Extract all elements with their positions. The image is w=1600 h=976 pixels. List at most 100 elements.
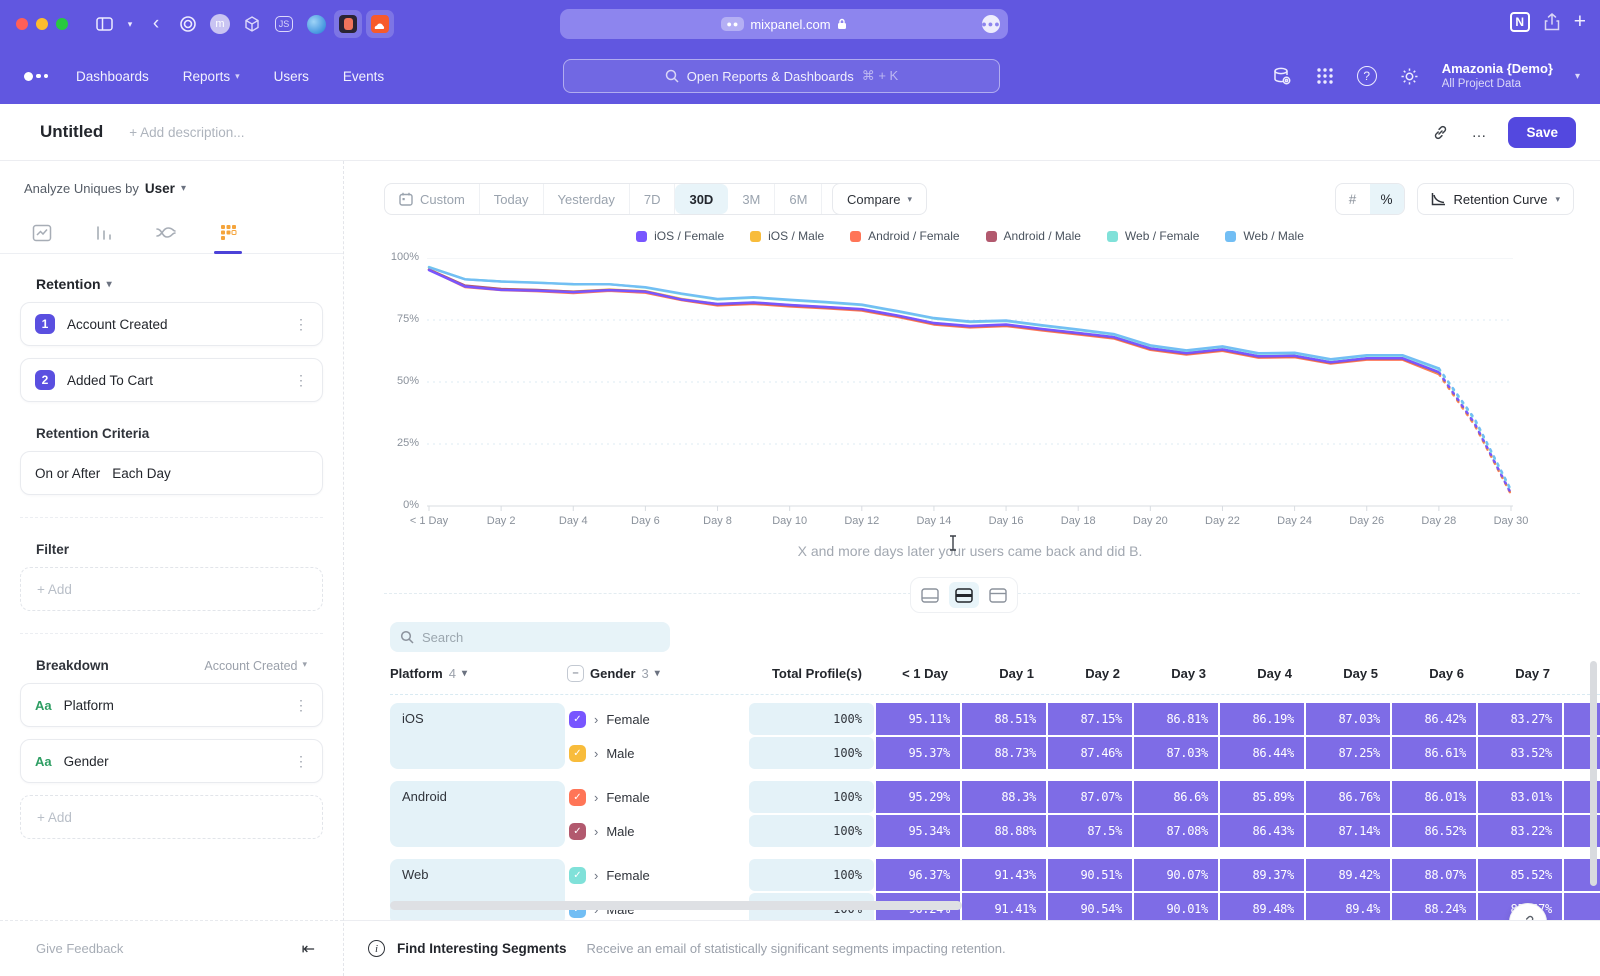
series-line-web-male[interactable] xyxy=(429,267,1439,368)
nav-item-events[interactable]: Events xyxy=(343,69,384,84)
retention-value-cell[interactable]: 87.03% xyxy=(1134,737,1218,769)
retention-value-cell[interactable]: 89.37% xyxy=(1220,859,1304,891)
retention-value-cell[interactable]: 89.4% xyxy=(1306,893,1390,920)
range-yesterday[interactable]: Yesterday xyxy=(544,184,630,214)
platform-cell[interactable]: Android xyxy=(390,781,565,847)
retention-value-cell[interactable]: 86.6% xyxy=(1134,781,1218,813)
nav-item-users[interactable]: Users xyxy=(274,69,309,84)
retention-value-cell[interactable]: 86.61% xyxy=(1392,737,1476,769)
checkbox-ios-female[interactable]: ✓ xyxy=(569,711,586,728)
report-title[interactable]: Untitled xyxy=(40,122,103,142)
retention-value-cell[interactable]: 87.14% xyxy=(1306,815,1390,847)
target-extension-icon[interactable] xyxy=(174,10,202,38)
breakdown-card-gender[interactable]: AaGender⋮ xyxy=(20,739,323,783)
horizontal-scrollbar[interactable] xyxy=(390,901,962,910)
expand-chevron-icon[interactable]: › xyxy=(594,746,598,761)
retention-value-cell[interactable]: 86.81% xyxy=(1134,703,1218,735)
range-custom[interactable]: Custom xyxy=(385,184,480,214)
global-search[interactable]: Open Reports & Dashboards ⌘ + K xyxy=(563,59,1000,93)
settings-gear-icon[interactable] xyxy=(1399,66,1420,87)
legend-item[interactable]: iOS / Male xyxy=(750,229,824,243)
criteria-each-day[interactable]: Each Day xyxy=(112,466,308,481)
retention-value-cell[interactable]: 85.89% xyxy=(1220,781,1304,813)
retention-section-label[interactable]: Retention xyxy=(36,276,101,292)
cube-extension-icon[interactable] xyxy=(238,10,266,38)
retention-value-cell[interactable]: 88.51% xyxy=(962,703,1046,735)
range-7d[interactable]: 7D xyxy=(630,184,676,214)
layout-split-button[interactable] xyxy=(949,582,979,608)
retention-value-cell[interactable] xyxy=(1564,893,1600,920)
step-options-icon[interactable]: ⋮ xyxy=(294,316,308,333)
retention-value-cell[interactable]: 90.51% xyxy=(1048,859,1132,891)
url-bar[interactable]: ●● mixpanel.com ●●● xyxy=(560,9,1008,39)
breakdown-options-icon[interactable]: ⋮ xyxy=(294,753,308,770)
chart-view-select[interactable]: Retention Curve ▾ xyxy=(1417,183,1574,215)
save-button[interactable]: Save xyxy=(1508,117,1576,148)
retention-value-cell[interactable]: 86.43% xyxy=(1220,815,1304,847)
data-management-icon[interactable] xyxy=(1271,65,1293,87)
series-line-android-female[interactable] xyxy=(1439,374,1511,494)
expand-chevron-icon[interactable]: › xyxy=(594,824,598,839)
retention-value-cell[interactable]: 89.42% xyxy=(1306,859,1390,891)
retention-value-cell[interactable]: 89.48% xyxy=(1220,893,1304,920)
retention-value-cell[interactable]: 86.76% xyxy=(1306,781,1390,813)
unit-count-button[interactable]: # xyxy=(1336,184,1370,214)
tab-flows[interactable] xyxy=(148,212,184,253)
retention-value-cell[interactable]: 87.46% xyxy=(1048,737,1132,769)
collapse-sidebar-icon[interactable]: ⇤ xyxy=(302,939,315,959)
retention-value-cell[interactable]: 87.07% xyxy=(1048,781,1132,813)
range-30d[interactable]: 30D xyxy=(675,184,728,214)
retention-value-cell[interactable]: 87.03% xyxy=(1306,703,1390,735)
retention-value-cell[interactable]: 91.41% xyxy=(962,893,1046,920)
retention-value-cell[interactable]: 91.43% xyxy=(962,859,1046,891)
expand-chevron-icon[interactable]: › xyxy=(594,868,598,883)
give-feedback-link[interactable]: Give Feedback xyxy=(36,941,123,956)
platform-cell[interactable]: Web xyxy=(390,859,565,920)
legend-item[interactable]: Android / Female xyxy=(850,229,959,243)
expand-chevron-icon[interactable]: › xyxy=(594,790,598,805)
url-more-icon[interactable]: ●●● xyxy=(982,15,1000,33)
breakdown-applies-to-select[interactable]: Account Created▾ xyxy=(204,659,307,673)
copy-link-icon[interactable] xyxy=(1432,124,1449,141)
retention-value-cell[interactable]: 83.01% xyxy=(1478,781,1562,813)
minimize-window-button[interactable] xyxy=(36,18,48,30)
retention-value-cell[interactable]: 90.01% xyxy=(1134,893,1218,920)
more-options-icon[interactable]: … xyxy=(1471,124,1486,141)
find-segments-title[interactable]: Find Interesting Segments xyxy=(397,941,567,956)
back-icon[interactable]: ‹ xyxy=(142,10,170,38)
range-3m[interactable]: 3M xyxy=(728,184,775,214)
chevron-down-icon[interactable]: ▾ xyxy=(122,10,138,38)
expand-chevron-icon[interactable]: › xyxy=(594,712,598,727)
gender-select-all-checkbox[interactable]: – xyxy=(567,665,584,682)
retention-step-card[interactable]: 1Account Created⋮ xyxy=(20,302,323,346)
tab-funnels[interactable] xyxy=(86,212,122,253)
checkbox-web-female[interactable]: ✓ xyxy=(569,867,586,884)
retention-value-cell[interactable]: 83.22% xyxy=(1478,815,1562,847)
sidebar-toggle-icon[interactable] xyxy=(90,10,118,38)
nav-item-dashboards[interactable]: Dashboards xyxy=(76,69,149,84)
analyze-entity-select[interactable]: User xyxy=(145,181,175,196)
checkbox-ios-male[interactable]: ✓ xyxy=(569,745,586,762)
retention-value-cell[interactable]: 87.15% xyxy=(1048,703,1132,735)
retention-value-cell[interactable]: 96.37% xyxy=(876,859,960,891)
step-options-icon[interactable]: ⋮ xyxy=(294,372,308,389)
unit-percent-button[interactable]: % xyxy=(1370,184,1404,214)
retention-value-cell[interactable]: 87.5% xyxy=(1048,815,1132,847)
criteria-on-or-after[interactable]: On or After xyxy=(35,466,100,481)
js-extension-icon[interactable]: JS xyxy=(270,10,298,38)
retention-value-cell[interactable]: 86.44% xyxy=(1220,737,1304,769)
account-switcher[interactable]: Amazonia {Demo} All Project Data xyxy=(1442,61,1553,92)
notion-icon[interactable]: N xyxy=(1510,12,1530,32)
platform-cell[interactable]: iOS xyxy=(390,703,565,769)
retention-step-card[interactable]: 2Added To Cart⋮ xyxy=(20,358,323,402)
retention-value-cell[interactable]: 86.19% xyxy=(1220,703,1304,735)
retention-value-cell[interactable]: 95.29% xyxy=(876,781,960,813)
m-avatar-icon[interactable]: m xyxy=(206,10,234,38)
breakdown-add-button[interactable]: + Add xyxy=(20,795,323,839)
retention-value-cell[interactable]: 95.34% xyxy=(876,815,960,847)
filter-add-button[interactable]: + Add xyxy=(20,567,323,611)
mixpanel-logo[interactable] xyxy=(24,72,48,81)
retention-value-cell[interactable]: 88.73% xyxy=(962,737,1046,769)
nav-item-reports[interactable]: Reports▾ xyxy=(183,69,240,84)
retention-value-cell[interactable]: 95.37% xyxy=(876,737,960,769)
